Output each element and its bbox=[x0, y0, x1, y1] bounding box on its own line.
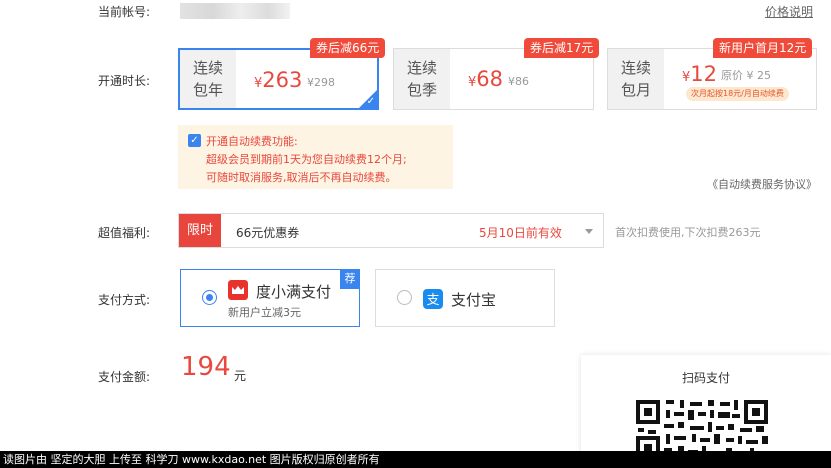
plan-yearly-badge: 券后减66元 bbox=[310, 38, 386, 58]
payment-label: 支付方式: bbox=[98, 293, 151, 307]
recommended-tag: 荐 bbox=[340, 269, 360, 289]
autorenew-line2: 可随时取消服务,取消后不再自动续费。 bbox=[206, 171, 397, 184]
account-value-masked bbox=[180, 3, 290, 19]
watermark-footer: 读图片由 坚定的大胆 上传至 科学刀 www.kxdao.net 图片版权归原创… bbox=[0, 451, 831, 468]
account-label: 当前帐号: bbox=[98, 5, 151, 19]
plan-yearly-price: ¥263 bbox=[254, 68, 303, 92]
autorenew-line1: 超级会员到期前1天为您自动续费12个月; bbox=[206, 153, 407, 166]
coupon-name: 66元优惠券 bbox=[236, 226, 300, 240]
svg-text:支: 支 bbox=[426, 293, 439, 308]
payment-duxiaoman[interactable]: 度小满支付 新用户立减3元 荐 bbox=[180, 269, 360, 327]
coupon-validity: 5月10日前有效 bbox=[479, 226, 562, 240]
plan-yearly-original-price: ¥298 bbox=[307, 76, 335, 89]
autorenew-notice: ✓ 开通自动续费功能: 超级会员到期前1天为您自动续费12个月; 可随时取消服务… bbox=[178, 125, 453, 189]
duxiaoman-icon bbox=[228, 280, 248, 300]
payment-alipay[interactable]: 支 支付宝 bbox=[375, 269, 555, 327]
duration-label: 开通时长: bbox=[98, 74, 151, 88]
plan-monthly-original-price: 原价 ¥ 25 bbox=[721, 69, 771, 82]
alipay-icon: 支 bbox=[423, 289, 443, 309]
price-explanation-link[interactable]: 价格说明 bbox=[765, 3, 813, 20]
autorenew-checkbox[interactable]: ✓ bbox=[188, 134, 201, 147]
amount-unit: 元 bbox=[234, 369, 247, 383]
plan-quarterly-badge: 券后减17元 bbox=[524, 38, 600, 58]
payment-duxiaoman-name: 度小满支付 bbox=[256, 283, 332, 301]
payment-alipay-name: 支付宝 bbox=[451, 291, 497, 309]
coupon-select[interactable]: 限时 66元优惠券 5月10日前有效 bbox=[178, 213, 604, 248]
payment-duxiaoman-promo: 新用户立减3元 bbox=[228, 306, 301, 319]
plan-monthly-badge: 新用户首月12元 bbox=[713, 38, 813, 58]
plan-monthly-price: ¥12 bbox=[682, 62, 718, 86]
plan-quarterly-original-price: ¥86 bbox=[508, 75, 529, 88]
autorenew-agreement-link[interactable]: 《自动续费服务协议》 bbox=[707, 176, 817, 192]
payment-alipay-radio[interactable] bbox=[397, 290, 412, 305]
plan-yearly-name: 连续 包年 bbox=[180, 50, 236, 108]
plan-quarterly-price: ¥68 bbox=[468, 67, 504, 91]
plan-monthly-renew-note: 次月起按18元/月自动续费 bbox=[686, 87, 789, 101]
check-icon: ✓ bbox=[366, 96, 375, 107]
benefits-label: 超值福利: bbox=[98, 226, 151, 240]
plan-quarterly-name: 连续 包季 bbox=[394, 49, 450, 109]
coupon-hint: 首次扣费使用,下次扣费263元 bbox=[615, 226, 761, 239]
amount-label: 支付金额: bbox=[98, 370, 151, 384]
limited-time-tag: 限时 bbox=[179, 214, 221, 247]
autorenew-title: 开通自动续费功能: bbox=[206, 135, 298, 148]
plan-monthly-name: 连续 包月 bbox=[608, 49, 664, 109]
payment-duxiaoman-radio[interactable] bbox=[202, 290, 217, 305]
qr-title: 扫码支付 bbox=[681, 371, 730, 385]
chevron-down-icon bbox=[585, 229, 593, 234]
amount-value: 194 bbox=[181, 352, 231, 382]
